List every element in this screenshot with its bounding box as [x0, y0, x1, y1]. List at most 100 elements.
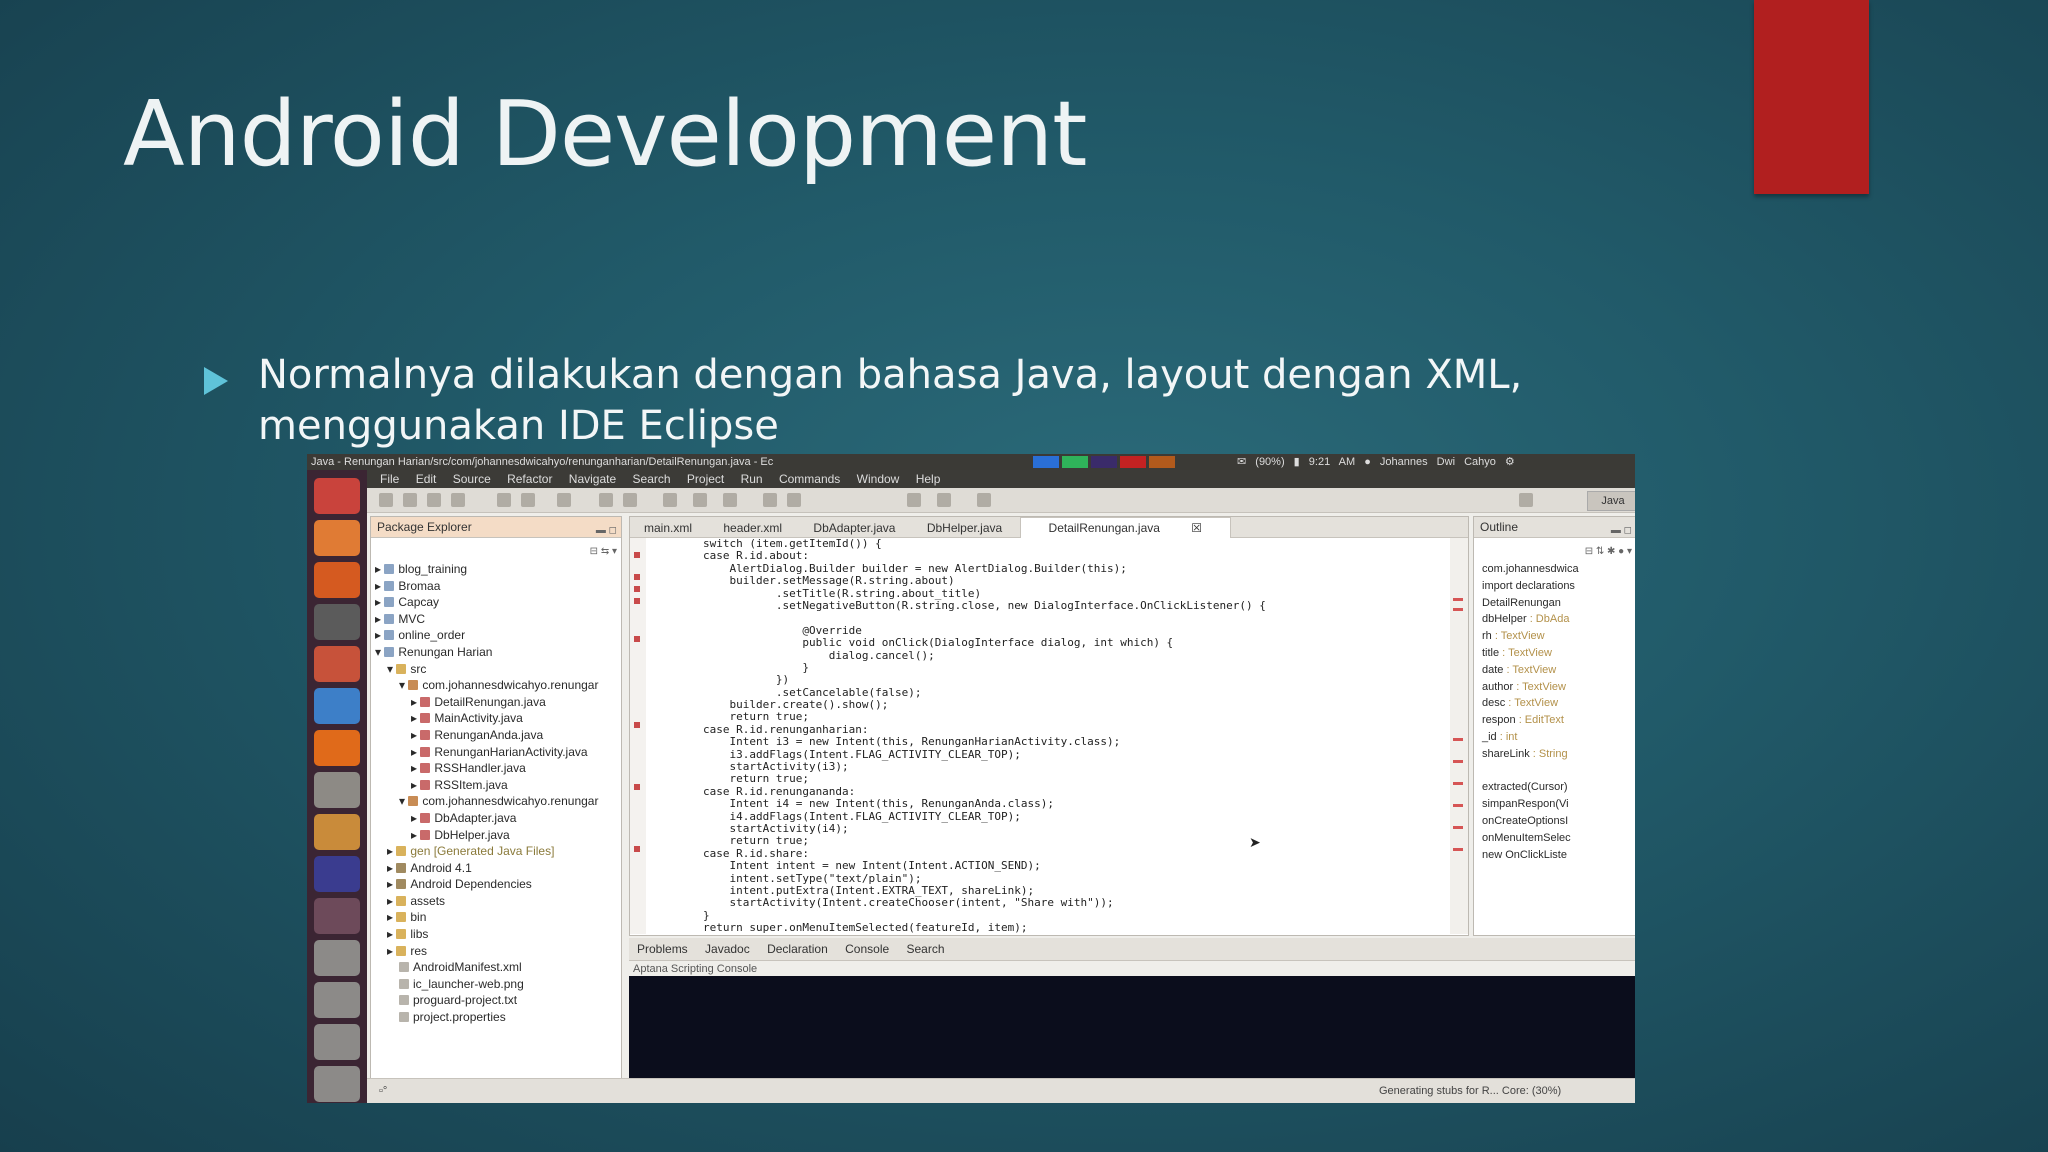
save-all-icon[interactable]: [427, 493, 441, 507]
tree-item-blog-training[interactable]: ▸ blog_training: [371, 561, 621, 578]
tree-item-assets[interactable]: ▸ assets: [371, 893, 621, 910]
tree-item-renungan-harian[interactable]: ▾ Renungan Harian: [371, 644, 621, 661]
ubuntu-one-icon[interactable]: [314, 730, 360, 766]
menu-refactor[interactable]: Refactor: [507, 472, 552, 486]
outline-item[interactable]: new OnClickListe: [1474, 847, 1635, 864]
tree-item-bin[interactable]: ▸ bin: [371, 909, 621, 926]
drive-icon[interactable]: [314, 1024, 360, 1060]
android-sdk-icon[interactable]: [497, 493, 511, 507]
outline-item[interactable]: DetailRenungan: [1474, 595, 1635, 612]
outline-item[interactable]: rh : TextView: [1474, 628, 1635, 645]
perspective-java-button[interactable]: Java: [1587, 491, 1635, 511]
avd-icon[interactable]: [521, 493, 535, 507]
external-tools-icon[interactable]: [723, 493, 737, 507]
tab-problems[interactable]: Problems: [637, 942, 688, 956]
tree-item-file[interactable]: ▸ DbHelper.java: [371, 827, 621, 844]
outline-item[interactable]: author : TextView: [1474, 679, 1635, 696]
tree-item-gen[interactable]: ▸ gen [Generated Java Files]: [371, 843, 621, 860]
outline-filter-icons[interactable]: ⊟ ⇅ ✱ ● ▾: [1585, 542, 1632, 562]
browser-icon[interactable]: [977, 493, 991, 507]
tree-item-package[interactable]: ▾ com.johannesdwicahyo.renungar: [371, 677, 621, 694]
outline-item[interactable]: respon : EditText: [1474, 712, 1635, 729]
app-icon[interactable]: [314, 646, 360, 682]
tab-javadoc[interactable]: Javadoc: [705, 942, 750, 956]
outline-item[interactable]: dbHelper : DbAda: [1474, 611, 1635, 628]
new-class-icon[interactable]: [763, 493, 777, 507]
tree-item-android-deps[interactable]: ▸ Android Dependencies: [371, 876, 621, 893]
outline-item[interactable]: shareLink : String: [1474, 746, 1635, 763]
open-perspective-icon[interactable]: [1519, 493, 1533, 507]
tree-item-libs[interactable]: ▸ libs: [371, 926, 621, 943]
check-icon[interactable]: [557, 493, 571, 507]
firefox-icon[interactable]: [314, 562, 360, 598]
tab-dbadapter[interactable]: DbAdapter.java: [799, 518, 909, 538]
search-icon[interactable]: [907, 493, 921, 507]
outline-item[interactable]: [1474, 763, 1635, 780]
folder-icon[interactable]: [599, 493, 613, 507]
document-icon[interactable]: [314, 814, 360, 850]
tree-item-package[interactable]: ▾ com.johannesdwicahyo.renungar: [371, 793, 621, 810]
tree-item-png[interactable]: ic_launcher-web.png: [371, 976, 621, 993]
menu-search[interactable]: Search: [633, 472, 671, 486]
outline-item[interactable]: onCreateOptionsI: [1474, 813, 1635, 830]
annotation-icon[interactable]: [937, 493, 951, 507]
console-output[interactable]: [629, 976, 1635, 1078]
tree-item-manifest[interactable]: AndroidManifest.xml: [371, 959, 621, 976]
google-plus-icon[interactable]: [314, 604, 360, 640]
text-editor-icon[interactable]: [314, 772, 360, 808]
new-icon[interactable]: [379, 493, 393, 507]
menu-edit[interactable]: Edit: [416, 472, 437, 486]
tree-item-file[interactable]: ▸ RSSHandler.java: [371, 760, 621, 777]
tree-item-online-order[interactable]: ▸ online_order: [371, 627, 621, 644]
drive-icon[interactable]: [314, 982, 360, 1018]
menu-window[interactable]: Window: [857, 472, 900, 486]
outline-item[interactable]: extracted(Cursor): [1474, 779, 1635, 796]
cube-icon[interactable]: [314, 688, 360, 724]
tree-item-file[interactable]: ▸ DetailRenungan.java: [371, 694, 621, 711]
trash-icon[interactable]: [314, 1066, 360, 1102]
tree-item-capcay[interactable]: ▸ Capcay: [371, 594, 621, 611]
outline-item[interactable]: _id : int: [1474, 729, 1635, 746]
tree-item-file[interactable]: ▸ MainActivity.java: [371, 710, 621, 727]
tree-item-res[interactable]: ▸ res: [371, 943, 621, 960]
tab-console[interactable]: Console: [845, 942, 889, 956]
tree-item-file[interactable]: ▸ DbAdapter.java: [371, 810, 621, 827]
outline-item[interactable]: title : TextView: [1474, 645, 1635, 662]
outline-item[interactable]: com.johannesdwica: [1474, 561, 1635, 578]
drive-icon[interactable]: [314, 940, 360, 976]
code-area[interactable]: switch (item.getItemId()) { case R.id.ab…: [650, 538, 1440, 934]
tab-dbhelper[interactable]: DbHelper.java: [913, 518, 1016, 538]
tree-item-src[interactable]: ▾ src: [371, 661, 621, 678]
outline-tab[interactable]: Outline ▬ ◻: [1474, 517, 1635, 538]
menu-navigate[interactable]: Navigate: [569, 472, 616, 486]
tree-item-file[interactable]: ▸ RenunganHarianActivity.java: [371, 744, 621, 761]
tab-header-xml[interactable]: header.xml: [709, 518, 796, 538]
menu-project[interactable]: Project: [687, 472, 724, 486]
tree-item-file[interactable]: ▸ RenunganAnda.java: [371, 727, 621, 744]
package-icon[interactable]: [623, 493, 637, 507]
outline-item[interactable]: simpanRespon(Vi: [1474, 796, 1635, 813]
outline-item[interactable]: date : TextView: [1474, 662, 1635, 679]
menu-commands[interactable]: Commands: [779, 472, 840, 486]
debug-icon[interactable]: [663, 493, 677, 507]
tree-item-file[interactable]: ▸ RSSItem.java: [371, 777, 621, 794]
tab-main-xml[interactable]: main.xml: [630, 518, 706, 538]
tab-search[interactable]: Search: [907, 942, 945, 956]
menu-source[interactable]: Source: [453, 472, 491, 486]
open-type-icon[interactable]: [787, 493, 801, 507]
outline-item[interactable]: onMenuItemSelec: [1474, 830, 1635, 847]
eclipse-icon[interactable]: [314, 856, 360, 892]
tab-detailrenungan[interactable]: DetailRenungan.java ☒: [1019, 517, 1232, 538]
workspace-icon[interactable]: [314, 898, 360, 934]
menu-help[interactable]: Help: [916, 472, 941, 486]
save-icon[interactable]: [403, 493, 417, 507]
close-icon[interactable]: ☒: [1177, 518, 1216, 538]
menu-file[interactable]: File: [380, 472, 399, 486]
print-icon[interactable]: [451, 493, 465, 507]
files-icon[interactable]: [314, 520, 360, 556]
package-explorer-tab[interactable]: Package Explorer ▬ ◻: [371, 517, 621, 538]
outline-item[interactable]: import declarations: [1474, 578, 1635, 595]
tree-item-properties[interactable]: project.properties: [371, 1009, 621, 1026]
tree-item-mvc[interactable]: ▸ MVC: [371, 611, 621, 628]
collapse-link-icon[interactable]: ⊟ ⇆ ▾: [590, 542, 617, 562]
